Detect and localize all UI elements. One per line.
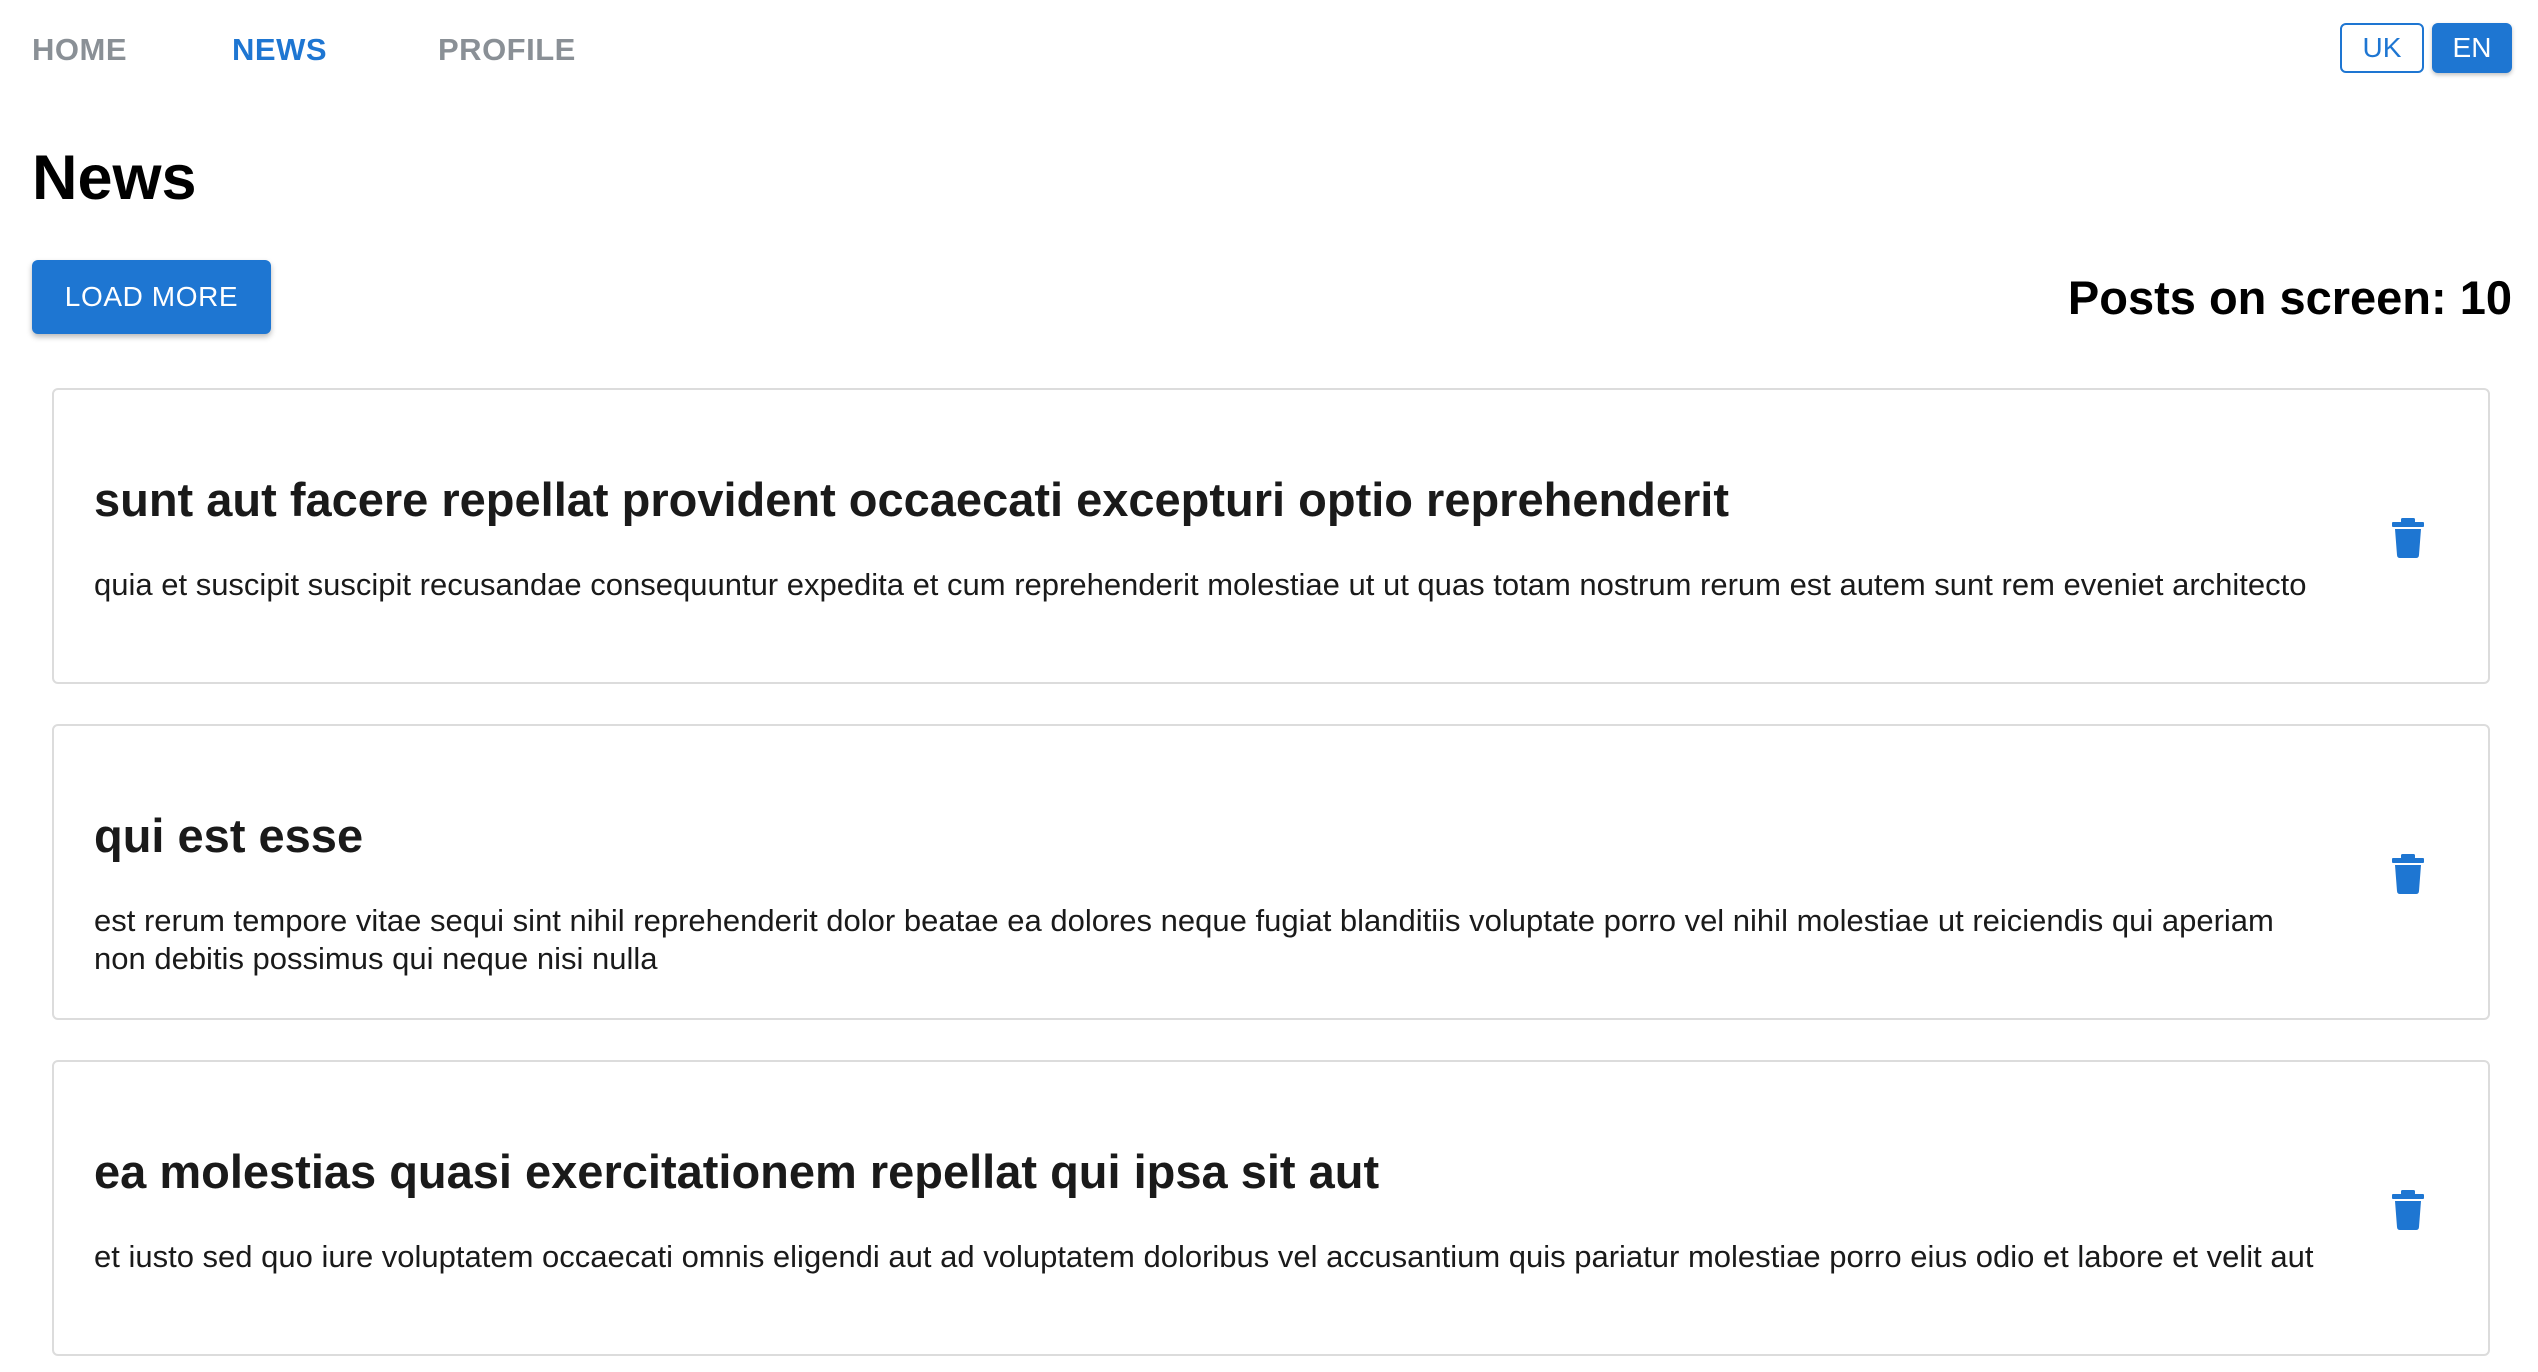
post-list: sunt aut facere repellat provident occae…: [52, 388, 2490, 1372]
load-more-button[interactable]: LOAD MORE: [32, 260, 271, 334]
nav-home-link[interactable]: HOME: [32, 30, 232, 70]
post-body: quia et suscipit suscipit recusandae con…: [94, 567, 2307, 602]
nav-news-link[interactable]: NEWS: [232, 30, 438, 70]
post-body: et iusto sed quo iure voluptatem occaeca…: [94, 1239, 2314, 1274]
delete-post-button[interactable]: [2376, 1178, 2440, 1242]
post-title: ea molestias quasi exercitationem repell…: [94, 1145, 1380, 1198]
trash-icon: [2392, 1190, 2424, 1230]
language-uk-button[interactable]: UK: [2340, 23, 2424, 73]
post-card: sunt aut facere repellat provident occae…: [52, 388, 2490, 684]
post-title: qui est esse: [94, 809, 364, 862]
trash-icon: [2392, 518, 2424, 558]
main-nav: HOME NEWS PROFILE: [32, 30, 598, 70]
post-title: sunt aut facere repellat provident occae…: [94, 473, 1730, 526]
post-body: est rerum tempore vitae sequi sint nihil…: [94, 903, 2274, 976]
language-switcher: UK EN: [2340, 23, 2512, 73]
posts-on-screen-counter: Posts on screen: 10: [2067, 271, 2512, 324]
page-title: News: [32, 143, 197, 213]
news-toolbar: LOAD MORE Posts on screen: 10: [32, 260, 2512, 334]
delete-post-button[interactable]: [2376, 506, 2440, 570]
trash-icon: [2392, 854, 2424, 894]
news-page: HOME NEWS PROFILE UK EN News LOAD MORE P…: [0, 0, 2538, 1372]
nav-profile-link[interactable]: PROFILE: [438, 30, 598, 70]
top-bar: HOME NEWS PROFILE UK EN: [0, 0, 2538, 100]
delete-post-button[interactable]: [2376, 842, 2440, 906]
post-card: ea molestias quasi exercitationem repell…: [52, 1060, 2490, 1356]
post-card: qui est esse est rerum tempore vitae seq…: [52, 724, 2490, 1020]
language-en-button[interactable]: EN: [2432, 23, 2512, 73]
